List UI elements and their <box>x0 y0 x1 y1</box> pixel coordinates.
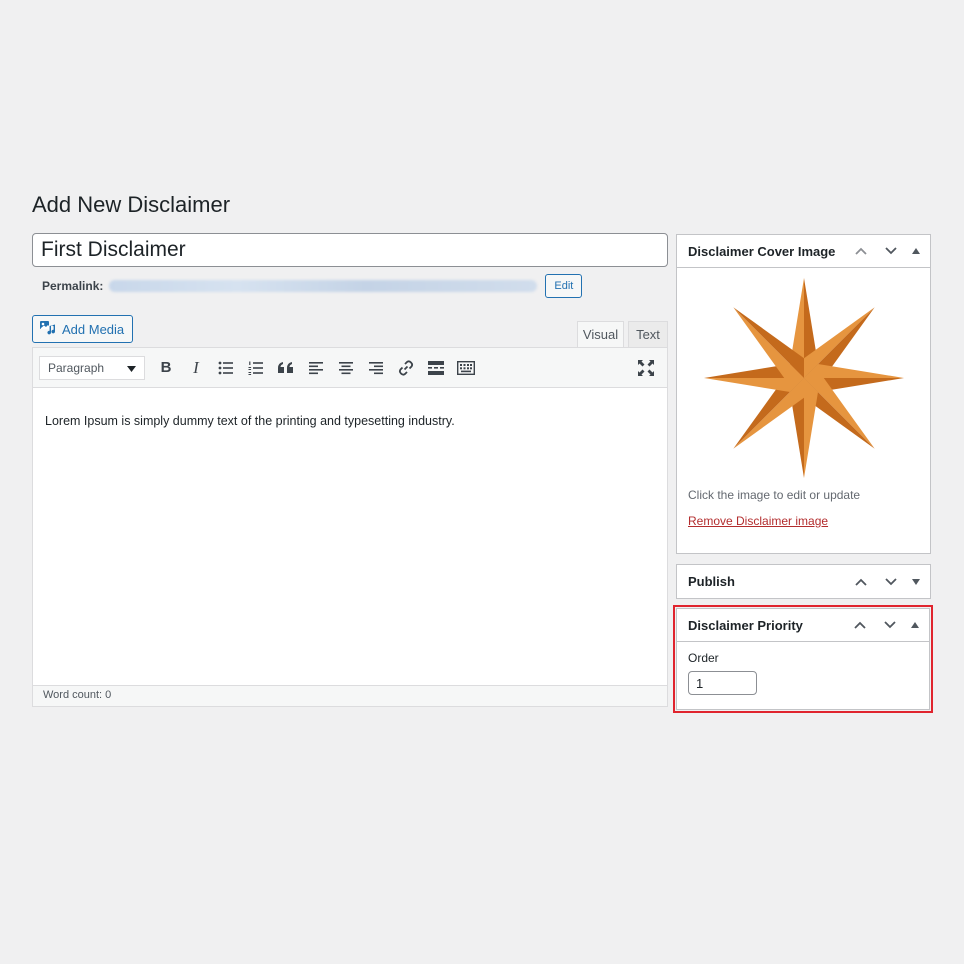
align-left-icon[interactable] <box>301 353 331 383</box>
tab-text[interactable]: Text <box>628 321 668 348</box>
chevron-down-icon[interactable] <box>878 238 904 264</box>
remove-cover-image-link[interactable]: Remove Disclaimer image <box>688 514 828 528</box>
italic-icon[interactable]: I <box>181 353 211 383</box>
add-media-button[interactable]: Add Media <box>32 315 134 343</box>
cover-image-inside: Click the image to edit or update Remove… <box>677 268 930 540</box>
priority-inside: Order <box>677 642 929 704</box>
order-input[interactable] <box>688 671 757 695</box>
align-right-icon[interactable] <box>361 353 391 383</box>
numbered-list-icon[interactable] <box>241 353 271 383</box>
word-count: Word count: 0 <box>33 685 667 706</box>
publish-title: Publish <box>688 574 735 589</box>
format-select[interactable]: Paragraph <box>39 355 145 380</box>
post-title-input[interactable] <box>32 233 668 267</box>
chevron-up-icon[interactable] <box>847 612 873 638</box>
editor-paragraph: Lorem Ipsum is simply dummy text of the … <box>45 414 455 428</box>
toolbar-toggle-icon[interactable] <box>451 353 481 383</box>
editor-content[interactable]: Lorem Ipsum is simply dummy text of the … <box>33 388 667 686</box>
permalink-label: Permalink: <box>42 279 104 293</box>
cover-image-handles <box>848 235 924 267</box>
chevron-up-icon[interactable] <box>848 569 874 595</box>
permalink-edit-button[interactable]: Edit <box>545 274 583 298</box>
priority-handles <box>847 609 923 641</box>
chevron-down-icon[interactable] <box>878 569 904 595</box>
triangle-toggle-icon[interactable] <box>908 569 924 595</box>
publish-box: Publish <box>676 564 931 599</box>
publish-header: Publish <box>677 565 930 598</box>
link-icon[interactable] <box>391 353 421 383</box>
blockquote-icon[interactable] <box>271 353 301 383</box>
permalink-url-blurred[interactable] <box>109 280 538 292</box>
priority-box: Disclaimer Priority Order <box>676 608 930 710</box>
media-icon <box>39 320 57 339</box>
page-title: Add New Disclaimer <box>32 192 231 217</box>
cover-image-header: Disclaimer Cover Image <box>677 235 930 268</box>
priority-title: Disclaimer Priority <box>688 617 803 633</box>
dropdown-arrow-icon <box>127 361 136 375</box>
chevron-up-icon[interactable] <box>848 238 874 264</box>
read-more-icon[interactable] <box>421 353 451 383</box>
fullscreen-icon[interactable] <box>635 357 657 379</box>
add-media-label: Add Media <box>62 321 125 337</box>
order-label: Order <box>688 651 719 665</box>
chevron-down-icon[interactable] <box>877 612 903 638</box>
cover-image-title: Disclaimer Cover Image <box>688 243 836 259</box>
triangle-toggle-icon[interactable] <box>908 238 924 264</box>
bold-icon[interactable]: B <box>151 353 181 383</box>
publish-handles <box>848 565 924 598</box>
format-select-value: Paragraph <box>48 360 105 375</box>
permalink-row: Permalink: Edit <box>42 273 583 299</box>
align-center-icon[interactable] <box>331 353 361 383</box>
bulleted-list-icon[interactable] <box>211 353 241 383</box>
classic-editor: Paragraph B I Lorem Ipsum is simply dumm… <box>32 347 668 707</box>
triangle-toggle-icon[interactable] <box>907 612 923 638</box>
cover-image-box: Disclaimer Cover Image Click the image t… <box>676 234 931 554</box>
cover-image-hint: Click the image to edit or update <box>688 488 861 502</box>
priority-header: Disclaimer Priority <box>677 609 929 642</box>
tab-visual[interactable]: Visual <box>577 321 624 348</box>
cover-image[interactable] <box>688 278 919 478</box>
editor-toolbar: Paragraph B I <box>33 348 667 388</box>
